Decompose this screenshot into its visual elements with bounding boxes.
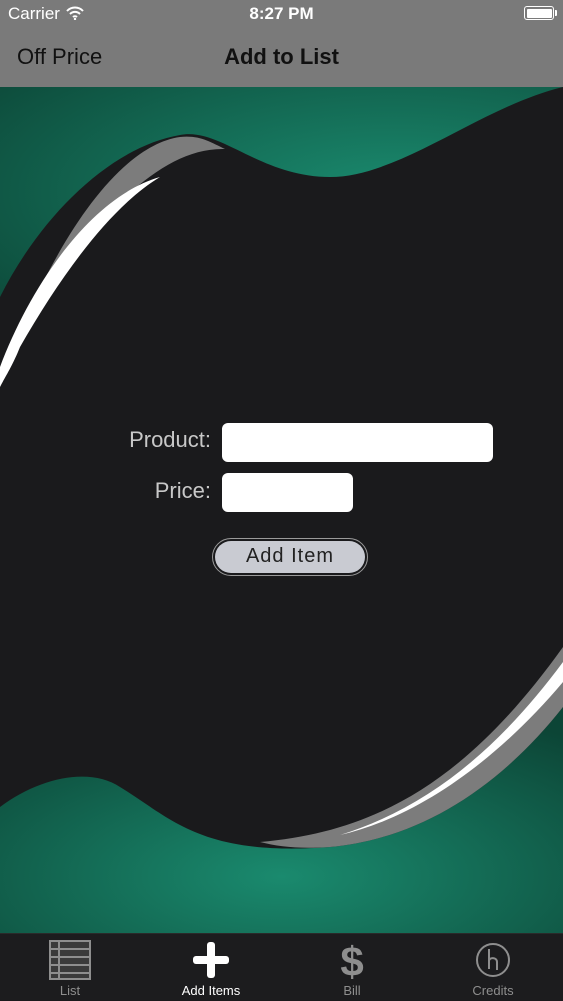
tab-list[interactable]: List (0, 934, 140, 1001)
status-bar: Carrier 8:27 PM (0, 0, 563, 29)
content-area: Product: Price: Add Item (0, 87, 563, 933)
tab-bill[interactable]: $ Bill (282, 934, 422, 1001)
product-input[interactable] (222, 423, 493, 462)
navigation-bar: Off Price Add to List (0, 29, 563, 87)
battery-icon (524, 6, 557, 20)
add-item-button[interactable]: Add Item (212, 538, 368, 576)
status-time: 8:27 PM (249, 4, 314, 23)
svg-text:$: $ (340, 940, 363, 980)
list-icon (49, 940, 91, 985)
page-title: Add to List (224, 44, 339, 69)
price-label: Price: (154, 478, 211, 503)
product-label: Product: (129, 427, 211, 452)
tab-add-items[interactable]: Add Items (141, 934, 281, 1001)
tab-credits-label: Credits (472, 983, 514, 998)
price-input[interactable] (222, 473, 353, 512)
tab-bar: List Add Items $ Bill Credits (0, 933, 563, 1000)
tab-add-items-label: Add Items (181, 983, 241, 998)
dollar-icon: $ (331, 938, 373, 985)
tab-bill-label: Bill (343, 983, 361, 998)
plus-icon (190, 940, 232, 985)
credits-icon (472, 940, 514, 985)
add-item-button-label: Add Item (215, 541, 365, 573)
tab-credits[interactable]: Credits (423, 934, 563, 1001)
tab-list-label: List (59, 983, 81, 998)
battery-fill (526, 8, 552, 18)
